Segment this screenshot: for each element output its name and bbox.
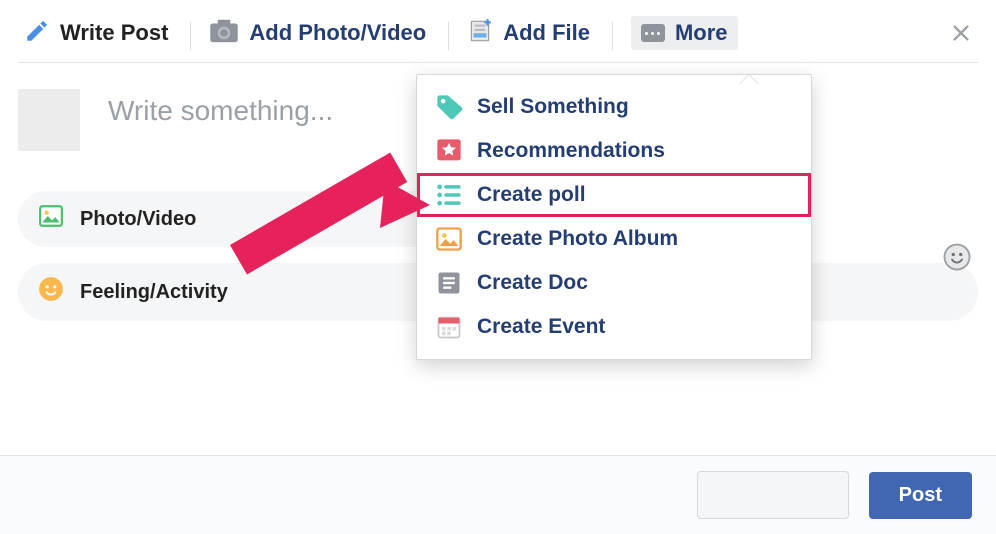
camera-icon bbox=[209, 18, 239, 49]
divider bbox=[448, 22, 449, 50]
chip-label: Photo/Video bbox=[80, 208, 196, 231]
tab-add-photo[interactable]: Add Photo/Video bbox=[203, 12, 436, 61]
composer-footer: Post bbox=[0, 455, 996, 534]
divider bbox=[190, 22, 191, 50]
tab-label: More bbox=[675, 20, 728, 46]
post-button[interactable]: Post bbox=[869, 472, 972, 519]
menu-item-create-album[interactable]: Create Photo Album bbox=[417, 217, 811, 261]
tab-more[interactable]: More bbox=[625, 10, 748, 62]
menu-item-sell[interactable]: Sell Something bbox=[417, 85, 811, 129]
menu-item-create-doc[interactable]: Create Doc bbox=[417, 261, 811, 305]
tab-label: Add Photo/Video bbox=[249, 20, 426, 46]
pencil-icon bbox=[24, 18, 50, 49]
album-icon bbox=[435, 225, 463, 253]
doc-icon bbox=[435, 269, 463, 297]
more-button: More bbox=[631, 16, 738, 50]
close-button[interactable] bbox=[950, 22, 972, 49]
menu-label: Recommendations bbox=[477, 139, 665, 163]
privacy-selector[interactable] bbox=[697, 471, 849, 519]
emoji-picker-button[interactable] bbox=[942, 242, 972, 277]
ellipsis-icon bbox=[641, 24, 665, 42]
menu-label: Create Event bbox=[477, 315, 605, 339]
menu-label: Create Doc bbox=[477, 271, 588, 295]
feeling-icon bbox=[38, 276, 64, 308]
tab-label: Write Post bbox=[60, 20, 168, 46]
file-add-icon bbox=[467, 18, 493, 49]
menu-item-recommendations[interactable]: Recommendations bbox=[417, 129, 811, 173]
tag-icon bbox=[435, 93, 463, 121]
menu-label: Create poll bbox=[477, 183, 586, 207]
more-dropdown: Sell Something Recommendations Create po… bbox=[416, 74, 812, 360]
star-badge-icon bbox=[435, 137, 463, 165]
tab-write-post[interactable]: Write Post bbox=[18, 12, 178, 61]
calendar-icon bbox=[435, 313, 463, 341]
poll-list-icon bbox=[435, 181, 463, 209]
composer-tabs: Write Post Add Photo/Video Add File More bbox=[0, 0, 996, 62]
tab-add-file[interactable]: Add File bbox=[461, 12, 600, 61]
menu-item-create-event[interactable]: Create Event bbox=[417, 305, 811, 349]
menu-label: Sell Something bbox=[477, 95, 629, 119]
chip-label: Feeling/Activity bbox=[80, 281, 228, 304]
divider bbox=[612, 22, 613, 50]
compose-input[interactable]: Write something... bbox=[108, 95, 333, 127]
menu-item-create-poll[interactable]: Create poll bbox=[417, 173, 811, 217]
tab-label: Add File bbox=[503, 20, 590, 46]
avatar bbox=[18, 89, 80, 151]
photo-icon bbox=[38, 203, 64, 235]
menu-label: Create Photo Album bbox=[477, 227, 678, 251]
